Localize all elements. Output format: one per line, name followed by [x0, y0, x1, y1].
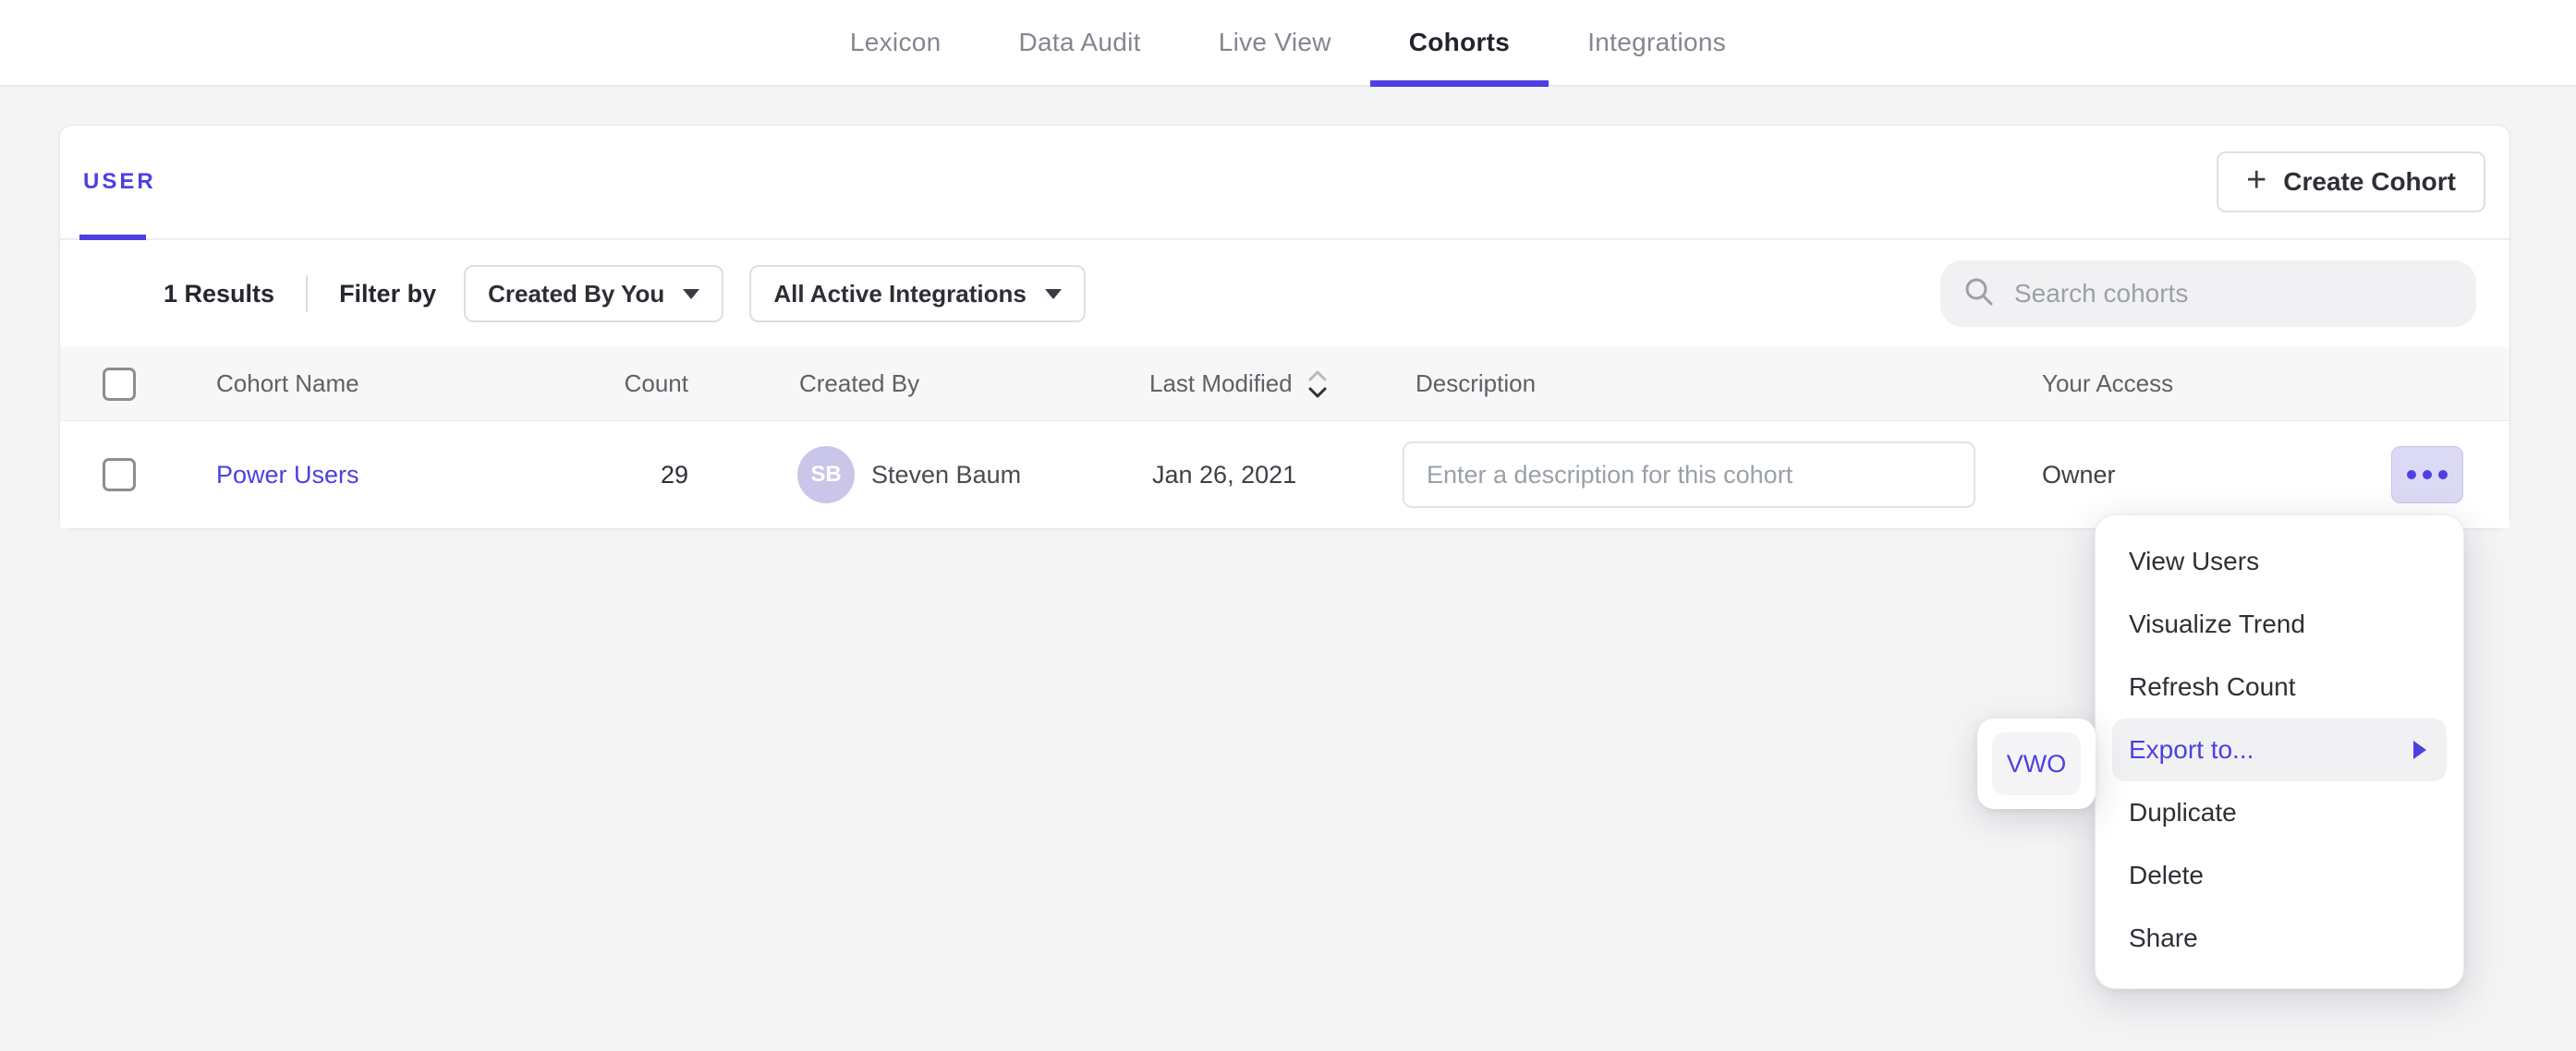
avatar: SB — [797, 446, 855, 503]
cohorts-panel: USER + Create Cohort 1 Results Filter by… — [59, 125, 2510, 529]
more-options-button[interactable] — [2391, 446, 2463, 503]
header-count: Count — [541, 347, 688, 420]
search-icon — [1962, 275, 1996, 313]
nav-tab-data-audit[interactable]: Data Audit — [980, 0, 1180, 85]
search-box — [1940, 260, 2476, 327]
chevron-down-icon — [683, 289, 699, 299]
submenu-arrow-icon — [2413, 741, 2426, 759]
chevron-down-icon — [1045, 289, 1062, 299]
menu-item-visualize-trend[interactable]: Visualize Trend — [2096, 593, 2463, 656]
table-header-row: Cohort Name Count Created By Last Modifi… — [60, 347, 2509, 421]
top-navigation: Lexicon Data Audit Live View Cohorts Int… — [0, 0, 2576, 87]
menu-item-refresh-count[interactable]: Refresh Count — [2096, 656, 2463, 719]
header-created-by: Created By — [799, 347, 919, 420]
created-by-dropdown-value: Created By You — [488, 280, 664, 308]
header-your-access: Your Access — [2042, 347, 2173, 420]
menu-item-export-to-label: Export to... — [2129, 735, 2254, 765]
table-row: Power Users 29 SB Steven Baum Jan 26, 20… — [60, 421, 2509, 528]
row-checkbox[interactable] — [103, 458, 136, 491]
your-access-value: Owner — [2042, 421, 2116, 528]
select-all-checkbox[interactable] — [103, 368, 136, 401]
results-count: 1 Results — [164, 280, 274, 308]
nav-tab-integrations[interactable]: Integrations — [1549, 0, 1765, 85]
menu-item-delete[interactable]: Delete — [2096, 844, 2463, 907]
created-by-dropdown[interactable]: Created By You — [464, 265, 723, 322]
more-options-icon — [2407, 470, 2448, 479]
tab-user[interactable]: USER — [83, 126, 156, 238]
menu-item-share[interactable]: Share — [2096, 907, 2463, 970]
cohort-name-link[interactable]: Power Users — [216, 421, 359, 528]
export-submenu: VWO — [1977, 719, 2096, 809]
description-input[interactable] — [1403, 441, 1975, 508]
menu-item-export-to[interactable]: Export to... — [2112, 719, 2447, 781]
filter-by-label: Filter by — [339, 280, 436, 308]
create-cohort-button[interactable]: + Create Cohort — [2217, 151, 2485, 212]
create-cohort-label: Create Cohort — [2283, 167, 2456, 197]
submenu-item-vwo[interactable]: VWO — [1992, 732, 2081, 795]
plus-icon: + — [2246, 163, 2266, 198]
header-last-modified-label: Last Modified — [1149, 369, 1293, 398]
panel-tabs-row: USER + Create Cohort — [60, 126, 2509, 240]
sort-icon — [1306, 368, 1330, 401]
header-description: Description — [1416, 347, 1536, 420]
nav-tab-lexicon[interactable]: Lexicon — [811, 0, 980, 85]
created-by-name: Steven Baum — [871, 421, 1021, 528]
row-context-menu: View Users Visualize Trend Refresh Count… — [2095, 514, 2464, 989]
last-modified-date: Jan 26, 2021 — [1152, 421, 1296, 528]
vertical-divider — [306, 275, 308, 312]
filter-row: 1 Results Filter by Created By You All A… — [60, 240, 2509, 347]
search-input[interactable] — [2012, 278, 2454, 309]
nav-tab-cohorts[interactable]: Cohorts — [1370, 0, 1549, 85]
nav-tab-live-view[interactable]: Live View — [1180, 0, 1370, 85]
integrations-dropdown[interactable]: All Active Integrations — [749, 265, 1086, 322]
header-cohort-name: Cohort Name — [216, 347, 359, 420]
integrations-dropdown-value: All Active Integrations — [773, 280, 1027, 308]
cohort-count: 29 — [541, 421, 688, 528]
header-last-modified[interactable]: Last Modified — [1149, 347, 1330, 420]
menu-item-duplicate[interactable]: Duplicate — [2096, 781, 2463, 844]
menu-item-view-users[interactable]: View Users — [2096, 530, 2463, 593]
